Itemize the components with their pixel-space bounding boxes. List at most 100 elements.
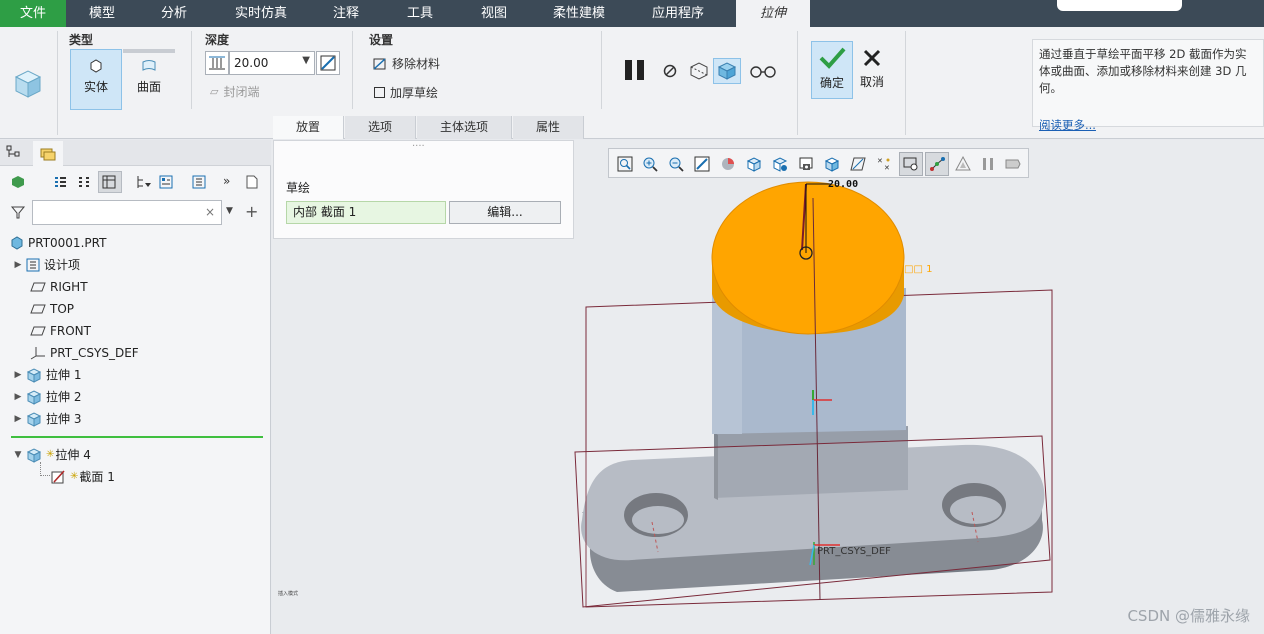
menu-annotate[interactable]: 注释 [316, 0, 376, 27]
repaint-icon[interactable] [693, 155, 711, 173]
menu-applications[interactable]: 应用程序 [636, 0, 720, 27]
clear-icon[interactable]: × [205, 205, 215, 219]
view-manager-icon[interactable] [797, 155, 815, 173]
tree-search-input[interactable]: × [32, 200, 222, 225]
body-icon[interactable] [10, 174, 26, 193]
tab-placement[interactable]: 放置 [273, 116, 344, 139]
tree-item-label: FRONT [50, 324, 91, 338]
layers-icon [40, 148, 56, 161]
menu-model[interactable]: 模型 [70, 0, 134, 27]
thicken-sketch-checkbox[interactable] [374, 87, 385, 98]
close-ends-option[interactable]: ▱ 封闭端 [210, 83, 259, 100]
tab-model-tree[interactable] [4, 143, 28, 165]
perspective-icon[interactable] [823, 155, 841, 173]
settings-group-title: 设置 [369, 33, 394, 47]
solid-type-button[interactable]: 实体 [70, 49, 122, 110]
menu-file[interactable]: 文件 [0, 0, 66, 27]
tree-item-front[interactable]: FRONT [30, 320, 91, 342]
tab-options[interactable]: 选项 [345, 116, 416, 139]
more-chevron-icon[interactable]: » [223, 174, 230, 188]
insert-indicator[interactable] [11, 436, 263, 438]
insert-mode-note: 插入模式 [278, 590, 298, 597]
datum-planes-display-icon[interactable] [849, 155, 867, 173]
add-filter-icon[interactable]: + [245, 202, 258, 221]
view-orientation-icon[interactable] [745, 155, 763, 173]
tree-item-csys[interactable]: PRT_CSYS_DEF [30, 342, 139, 364]
zoom-in-icon[interactable] [641, 155, 659, 173]
tab-properties[interactable]: 属性 [513, 116, 584, 139]
document-icon[interactable] [244, 174, 260, 193]
pause-animation-icon[interactable] [979, 155, 997, 173]
tree-item-label: TOP [50, 302, 75, 316]
read-more-link[interactable]: 阅读更多... [1039, 117, 1257, 134]
tree-item-top[interactable]: TOP [30, 298, 74, 320]
menu-analysis[interactable]: 分析 [142, 0, 206, 27]
axes-display-button[interactable] [925, 152, 949, 176]
tab-folder-browser[interactable] [33, 141, 63, 166]
datum-plane-icon [30, 326, 46, 336]
tree-item-label: 截面 1 [79, 470, 115, 484]
spin-center-icon[interactable] [1004, 155, 1022, 173]
cancel-button[interactable]: 取消 [856, 41, 888, 99]
remove-material-option[interactable]: 移除材料 [372, 55, 440, 72]
attached-preview-button[interactable] [713, 58, 741, 84]
saved-views-icon[interactable] [771, 155, 789, 173]
menu-extrude[interactable]: 拉伸 [736, 0, 810, 27]
separate-preview-button[interactable] [688, 61, 710, 84]
sketch-label: 草绘 [286, 181, 311, 195]
depth-value-combo[interactable]: 20.00 ▼ [229, 51, 315, 75]
zoom-out-icon[interactable] [667, 155, 685, 173]
datum-points-display-icon[interactable]: ✕✕ [875, 155, 893, 173]
menu-tools[interactable]: 工具 [390, 0, 450, 27]
search-box[interactable] [1057, 0, 1182, 11]
tree-columns-icon[interactable] [76, 174, 92, 193]
extrude-icon [26, 448, 42, 463]
edit-sketch-button[interactable]: 编辑... [449, 201, 561, 224]
expand-arrow-icon[interactable]: ▶ [14, 408, 22, 430]
surface-type-button[interactable]: 曲面 [123, 53, 175, 110]
collapse-arrow-icon[interactable]: ▼ [14, 444, 22, 466]
depth-dimension-label[interactable]: 20.00 [828, 179, 858, 190]
expand-arrow-icon[interactable]: ▶ [14, 386, 22, 408]
thicken-sketch-option[interactable]: 加厚草绘 [374, 84, 438, 101]
ok-button[interactable]: 确定 [811, 41, 853, 99]
flip-direction-button[interactable] [316, 51, 340, 75]
expand-arrow-icon[interactable]: ▶ [14, 254, 22, 276]
menu-flexible-modeling[interactable]: 柔性建模 [540, 0, 618, 27]
attached-preview-icon [717, 62, 737, 80]
tree-item-right[interactable]: RIGHT [30, 276, 88, 298]
cancel-label: 取消 [859, 75, 884, 89]
verify-preview-button[interactable] [749, 63, 777, 82]
annotations-display-icon[interactable] [954, 155, 972, 173]
pause-button[interactable] [623, 58, 649, 85]
tab-body-options[interactable]: 主体选项 [417, 116, 512, 139]
shading-icon[interactable] [719, 155, 737, 173]
menu-view[interactable]: 视图 [464, 0, 524, 27]
drag-grip-icon[interactable]: ···· [412, 141, 425, 152]
flip-direction-icon [320, 55, 336, 71]
tree-item-extrude-1[interactable]: ▶ 拉伸 1 [14, 364, 81, 386]
tree-item-section-1[interactable]: ✳ 截面 1 [50, 466, 115, 488]
tree-item-extrude-3[interactable]: ▶ 拉伸 3 [14, 408, 81, 430]
tree-item-extrude-4[interactable]: ▼ ✳ 拉伸 4 [14, 444, 91, 466]
tree-filter-icon[interactable] [52, 174, 68, 193]
depth-option-button[interactable] [205, 51, 229, 75]
feature-list-icon[interactable] [158, 174, 174, 193]
tree-settings-button[interactable] [98, 171, 122, 193]
tree-item-design-items[interactable]: ▶ 设计项 [14, 254, 80, 276]
expand-arrow-icon[interactable]: ▶ [14, 364, 22, 386]
layer-tree-icon[interactable] [191, 174, 207, 193]
depth-group-title: 深度 [205, 33, 230, 47]
model-tree-icon [6, 145, 20, 157]
no-preview-button[interactable] [662, 63, 678, 82]
graphics-toolbar: ✕ ✕ [608, 148, 1029, 178]
refit-icon[interactable] [616, 155, 634, 173]
search-options-chevron-icon[interactable]: ▼ [226, 206, 233, 216]
csys-display-button[interactable] [899, 152, 923, 176]
menu-live-simulation[interactable]: 实时仿真 [222, 0, 300, 27]
tree-root[interactable]: PRT0001.PRT [10, 232, 106, 254]
sketch-collector[interactable]: 内部 截面 1 [286, 201, 446, 224]
tree-item-extrude-2[interactable]: ▶ 拉伸 2 [14, 386, 81, 408]
show-filter-icon[interactable] [134, 174, 152, 193]
surface-label: 曲面 [136, 80, 161, 94]
